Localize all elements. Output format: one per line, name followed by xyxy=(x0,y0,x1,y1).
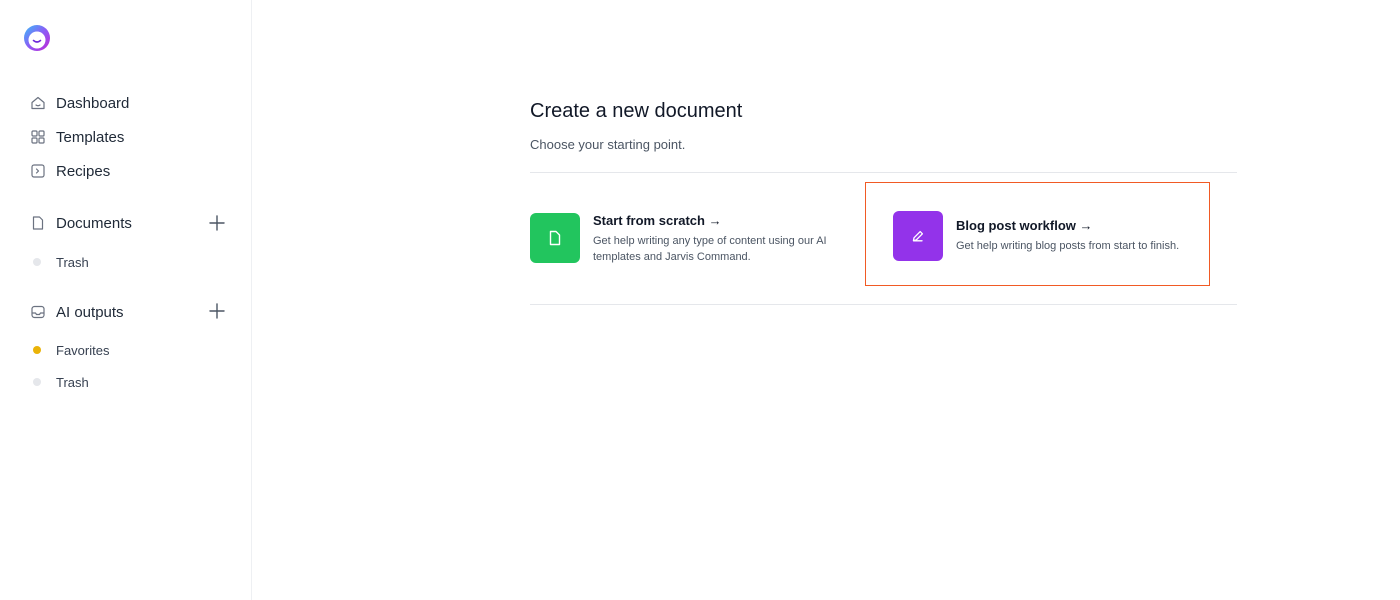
sub-item-label: Trash xyxy=(56,374,89,390)
page-title: Create a new document xyxy=(530,100,743,122)
pencil-icon xyxy=(893,211,943,261)
documents-trash-item[interactable]: Trash xyxy=(33,252,89,272)
option-title: Blog post workflow → xyxy=(956,218,1093,233)
plus-icon xyxy=(209,215,225,231)
jasper-face-logo-icon[interactable] xyxy=(21,22,53,54)
terminal-icon xyxy=(30,163,46,179)
document-icon xyxy=(30,215,46,231)
section-label: AI outputs xyxy=(56,303,124,321)
page-subtitle: Choose your starting point. xyxy=(530,137,686,152)
sub-item-label: Favorites xyxy=(56,342,110,358)
status-dot xyxy=(33,378,41,386)
sidebar: Dashboard Templates Recipes Documents Tr… xyxy=(0,0,252,600)
blog-post-workflow-option[interactable]: Blog post workflow → Get help writing bl… xyxy=(893,211,1179,261)
section-label: Documents xyxy=(56,214,132,232)
divider xyxy=(530,304,1237,305)
add-ai-output-button[interactable] xyxy=(207,301,227,321)
sidebar-item-label: Recipes xyxy=(56,162,111,180)
sidebar-item-templates[interactable]: Templates xyxy=(30,125,124,149)
grid-icon xyxy=(30,129,46,145)
option-description-line: templates and Jarvis Command. xyxy=(593,251,751,263)
sidebar-item-recipes[interactable]: Recipes xyxy=(30,159,110,183)
option-text: Blog post workflow → Get help writing bl… xyxy=(956,211,1179,254)
inbox-icon xyxy=(30,304,46,320)
option-description: Get help writing any type of content usi… xyxy=(593,233,827,265)
sidebar-item-dashboard[interactable]: Dashboard xyxy=(30,91,129,115)
status-dot xyxy=(33,346,41,354)
add-document-button[interactable] xyxy=(207,213,227,233)
option-description: Get help writing blog posts from start t… xyxy=(956,240,1180,252)
sidebar-section-ai-outputs[interactable]: AI outputs xyxy=(30,300,124,324)
app-window: Dashboard Templates Recipes Documents Tr… xyxy=(0,0,1400,600)
sidebar-item-label: Templates xyxy=(56,128,125,146)
ai-outputs-favorites-item[interactable]: Favorites xyxy=(33,340,109,360)
option-title: Start from scratch → xyxy=(593,213,722,228)
sidebar-section-documents[interactable]: Documents xyxy=(30,211,132,235)
plus-icon xyxy=(209,303,225,319)
sidebar-item-label: Dashboard xyxy=(56,94,130,112)
option-description-line: Get help writing any type of content usi… xyxy=(593,235,827,247)
status-dot xyxy=(33,258,41,266)
home-icon xyxy=(30,95,46,111)
file-icon xyxy=(530,213,580,263)
start-from-scratch-option[interactable]: Start from scratch → Get help writing an… xyxy=(530,213,827,265)
sub-item-label: Trash xyxy=(56,254,89,270)
ai-outputs-trash-item[interactable]: Trash xyxy=(33,372,89,392)
divider xyxy=(530,172,1237,173)
option-text: Start from scratch → Get help writing an… xyxy=(593,213,827,265)
